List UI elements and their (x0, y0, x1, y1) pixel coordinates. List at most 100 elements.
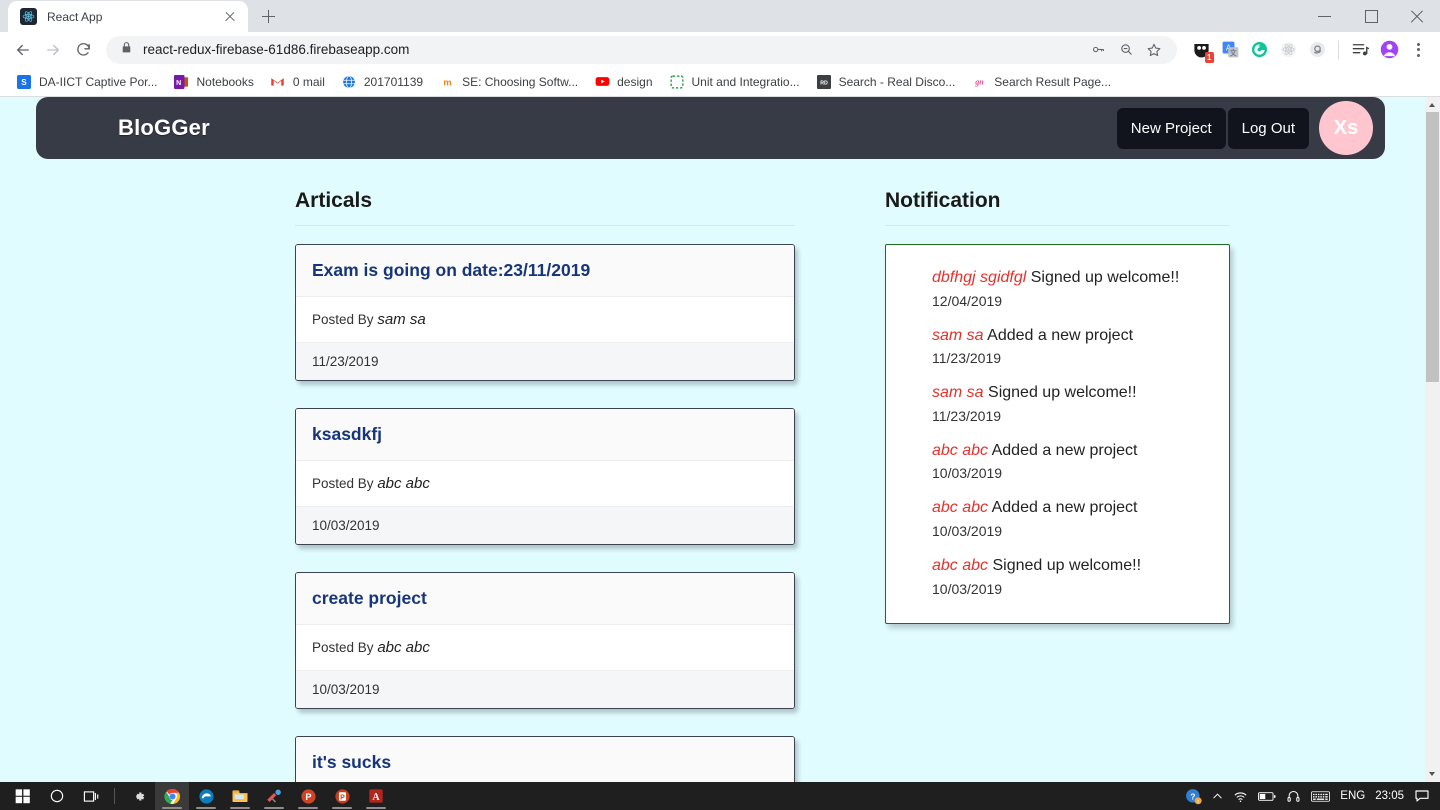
svg-text:文: 文 (1229, 48, 1236, 57)
extension-badge: 1 (1204, 51, 1214, 63)
scrollbar-thumb[interactable] (1426, 112, 1439, 382)
s-bookmark-icon: S (16, 74, 32, 90)
wifi-icon[interactable] (1233, 789, 1248, 804)
bookmark-item[interactable]: RD Search - Real Disco... (808, 70, 964, 94)
taskbar-open-indicator (264, 807, 284, 809)
article-author-row: Posted By sam sa (296, 297, 794, 343)
powerpoint-2-icon[interactable]: P (325, 782, 359, 810)
key-icon[interactable] (1085, 37, 1111, 63)
translate-extension-icon[interactable]: A 文 (1216, 36, 1244, 64)
notification-action: Added a new project (991, 441, 1138, 459)
bookmark-item[interactable]: S DA-IICT Captive Por... (8, 70, 165, 94)
navbar-actions: New Project Log Out Xs (1116, 101, 1373, 155)
new-tab-icon[interactable] (254, 2, 282, 30)
kebab-menu-icon[interactable] (1404, 36, 1432, 64)
edge-icon[interactable] (189, 782, 223, 810)
notification-line: sam sa Signed up welcome!! (932, 382, 1209, 404)
tab-close-icon[interactable] (222, 9, 238, 25)
scroll-up-arrow-icon[interactable] (1425, 97, 1440, 112)
bookmark-item[interactable]: gn Search Result Page... (963, 70, 1119, 94)
notification-line: abc abc Signed up welcome!! (932, 555, 1209, 577)
notification-item[interactable]: sam sa Added a new project 11/23/2019 (932, 325, 1209, 367)
article-card[interactable]: it's sucks Posted By (295, 736, 795, 782)
powerpoint-icon[interactable]: P (291, 782, 325, 810)
chrome-icon[interactable] (155, 782, 189, 810)
blogger-app: BloGGer New Project Log Out Xs Articals … (0, 97, 1425, 782)
evernote-extension-icon[interactable] (1303, 36, 1331, 64)
bookmark-item[interactable]: m SE: Choosing Softw... (431, 70, 586, 94)
adobe-reader-icon[interactable]: A (359, 782, 393, 810)
windows-start-icon[interactable] (6, 782, 40, 810)
bookmark-item[interactable]: 0 mail (262, 70, 333, 94)
svg-text:S: S (21, 77, 27, 86)
bookmark-item[interactable]: Unit and Integratio... (661, 70, 808, 94)
moodle-bookmark-icon: m (439, 74, 455, 90)
log-out-button[interactable]: Log Out (1227, 107, 1309, 149)
help-icon[interactable]: ? ! (1185, 788, 1202, 805)
maximize-icon[interactable] (1348, 0, 1394, 32)
articles-column: Articals Exam is going on date:23/11/201… (295, 189, 795, 782)
bookmark-item[interactable]: N Notebooks (165, 70, 261, 94)
file-explorer-icon[interactable] (223, 782, 257, 810)
notification-action: Signed up welcome!! (988, 384, 1137, 402)
battery-icon[interactable] (1258, 790, 1276, 803)
notification-action: Added a new project (987, 326, 1134, 344)
posted-by-label: Posted By (312, 312, 374, 327)
article-card[interactable]: Exam is going on date:23/11/2019 Posted … (295, 244, 795, 381)
grammarly-extension-icon[interactable] (1245, 36, 1273, 64)
onenote-bookmark-icon: N (173, 74, 189, 90)
show-hidden-icons-icon[interactable] (1212, 791, 1223, 802)
notification-item[interactable]: abc abc Added a new project 10/03/2019 (932, 497, 1209, 539)
forward-arrow-icon[interactable] (38, 35, 68, 65)
cortana-search-icon[interactable] (40, 782, 74, 810)
bookmark-label: Unit and Integratio... (691, 74, 800, 89)
toolbar-divider (1338, 40, 1339, 59)
page-scrollbar[interactable] (1425, 97, 1440, 782)
playlist-extension-icon[interactable] (1346, 36, 1374, 64)
profile-avatar-icon[interactable] (1375, 36, 1403, 64)
address-bar[interactable]: react-redux-firebase-61d86.firebaseapp.c… (106, 35, 1177, 64)
reload-icon[interactable] (68, 35, 98, 65)
notification-item[interactable]: sam sa Signed up welcome!! 11/23/2019 (932, 382, 1209, 424)
notification-item[interactable]: dbfhgj sgidfgl Signed up welcome!! 12/04… (932, 267, 1209, 309)
notification-action: Added a new project (991, 499, 1138, 517)
pocket-extension-icon[interactable]: 1 (1187, 36, 1215, 64)
article-card[interactable]: ksasdkfj Posted By abc abc 10/03/2019 (295, 408, 795, 545)
language-indicator[interactable]: ENG (1340, 790, 1365, 802)
window-close-icon[interactable] (1394, 0, 1440, 32)
clock[interactable]: 23:05 (1375, 790, 1404, 802)
notification-user: dbfhgj sgidfgl (932, 269, 1027, 286)
bookmark-item[interactable]: 201701139 (333, 70, 431, 94)
app-navbar: BloGGer New Project Log Out Xs (36, 97, 1385, 159)
bookmark-label: 201701139 (363, 74, 424, 89)
back-arrow-icon[interactable] (8, 35, 38, 65)
bookmark-label: SE: Choosing Softw... (462, 74, 579, 89)
posted-by-label: Posted By (312, 640, 374, 655)
star-icon[interactable] (1141, 37, 1167, 63)
notification-heading: Notification (885, 189, 1001, 212)
scroll-down-arrow-icon[interactable] (1425, 767, 1440, 782)
user-avatar[interactable]: Xs (1319, 101, 1373, 155)
bookmark-item[interactable]: design (586, 70, 660, 94)
react-devtools-extension-icon[interactable] (1274, 36, 1302, 64)
bookmark-label: Notebooks (196, 74, 254, 89)
new-project-button[interactable]: New Project (1116, 107, 1226, 149)
notification-item[interactable]: abc abc Signed up welcome!! 10/03/2019 (932, 555, 1209, 597)
settings-icon[interactable] (121, 782, 155, 810)
browser-tab[interactable]: React App (8, 1, 248, 32)
snipping-tool-icon[interactable] (257, 782, 291, 810)
zoom-out-icon[interactable] (1113, 37, 1139, 63)
gmail-bookmark-icon (270, 74, 286, 90)
content-columns: Articals Exam is going on date:23/11/201… (0, 189, 1425, 782)
article-card[interactable]: create project Posted By abc abc 10/03/2… (295, 572, 795, 709)
taskbar-open-indicator (196, 807, 216, 809)
notification-item[interactable]: abc abc Added a new project 10/03/2019 (932, 440, 1209, 482)
lock-icon (120, 41, 133, 59)
task-view-icon[interactable] (74, 782, 108, 810)
keyboard-icon[interactable] (1311, 790, 1331, 803)
minimize-icon[interactable] (1302, 0, 1348, 32)
app-brand[interactable]: BloGGer (118, 115, 210, 141)
notification-date: 12/04/2019 (932, 292, 1003, 309)
action-center-icon[interactable] (1414, 788, 1430, 804)
headset-icon[interactable] (1286, 789, 1301, 804)
